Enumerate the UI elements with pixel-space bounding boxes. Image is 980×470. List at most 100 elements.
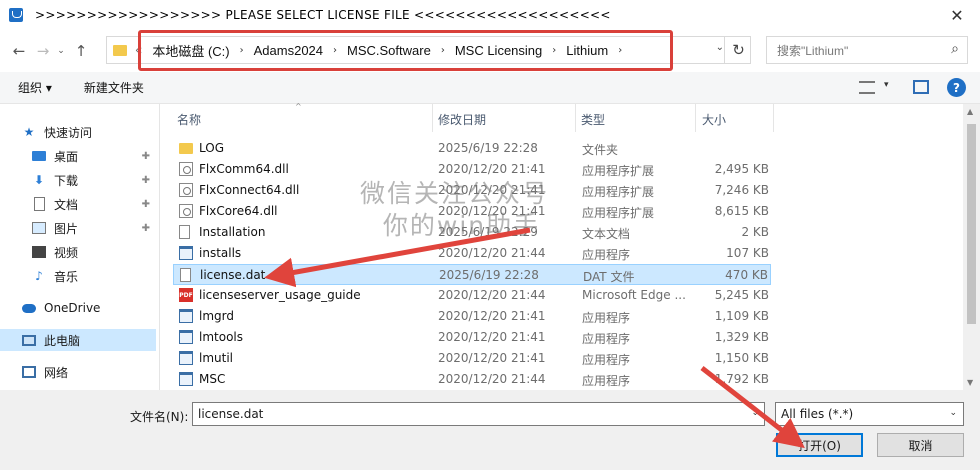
close-button[interactable]: ✕ — [934, 0, 980, 30]
sidebar-item-downloads[interactable]: ⬇ 下载 ✚ — [0, 169, 156, 191]
scroll-down-icon[interactable]: ▼ — [967, 378, 973, 387]
filename-dropdown-icon[interactable]: ⌄ — [751, 408, 759, 418]
cancel-button[interactable]: 取消 — [877, 433, 964, 457]
file-name-cell: lmutil — [199, 351, 234, 365]
folder-icon — [179, 143, 193, 154]
sidebar-item-pictures[interactable]: 图片 ✚ — [0, 217, 156, 239]
file-size-cell: 2,495 KB — [714, 162, 769, 176]
file-date-cell: 2020/12/20 21:44 — [438, 372, 546, 386]
filetype-value[interactable]: All files (*.*) — [781, 407, 853, 421]
file-size-cell: 470 KB — [725, 268, 768, 282]
recent-locations-chevron-icon[interactable]: ⌄ — [54, 40, 68, 62]
exe-icon — [179, 246, 193, 260]
file-type-cell: 应用程序 — [582, 353, 631, 367]
sidebar-item-network[interactable]: 网络 — [0, 361, 156, 383]
pin-icon: ✚ — [141, 198, 150, 210]
table-row[interactable]: installs 2020/12/20 21:44 应用程序 107 KB — [173, 243, 771, 264]
file-type-cell: 文件夹 — [582, 143, 619, 157]
title-bar: >>>>>>>>>>>>>>>>>> PLEASE SELECT LICENSE… — [0, 0, 980, 30]
window-title: >>>>>>>>>>>>>>>>>> PLEASE SELECT LICENSE… — [35, 8, 611, 22]
filetype-dropdown-icon[interactable]: ⌄ — [949, 408, 957, 418]
scrollbar-thumb[interactable] — [967, 124, 976, 324]
table-row[interactable]: LOG 2025/6/19 22:28 文件夹 — [173, 138, 771, 159]
command-toolbar: 组织 ▾ 新建文件夹 ▾ ? — [0, 72, 980, 104]
file-name-cell: license.dat — [200, 268, 266, 282]
file-date-cell: 2025/6/19 22:28 — [439, 268, 539, 282]
sidebar-item-desktop[interactable]: 桌面 ✚ — [0, 145, 156, 167]
table-row[interactable]: MSC 2020/12/20 21:44 应用程序 1,792 KB — [173, 369, 771, 390]
file-name-cell: FlxComm64.dll — [199, 162, 289, 176]
forward-arrow-icon[interactable]: → — [32, 40, 54, 62]
file-name-cell: licenseserver_usage_guide — [199, 288, 361, 302]
column-header-size[interactable]: 大小 — [702, 111, 726, 128]
sidebar-item-label: OneDrive — [44, 301, 101, 315]
address-dropdown-icon[interactable]: ⌄ — [716, 42, 724, 53]
sidebar-item-videos[interactable]: 视频 — [0, 241, 156, 263]
filename-input[interactable]: license.dat ⌄ — [192, 402, 765, 426]
up-arrow-icon[interactable]: ↑ — [70, 40, 92, 62]
column-header-name[interactable]: 名称 — [177, 111, 201, 128]
table-row[interactable]: FlxComm64.dll 2020/12/20 21:41 应用程序扩展 2,495… — [173, 159, 771, 180]
sidebar-item-label: 视频 — [54, 245, 79, 260]
file-name-panel: 文件名(N): license.dat ⌄ All files (*.*) ⌄ … — [0, 390, 980, 470]
organize-menu[interactable]: 组织 ▾ — [18, 79, 52, 96]
pictures-icon — [32, 221, 46, 235]
refresh-icon[interactable]: ↻ — [724, 37, 752, 63]
file-name-cell: LOG — [199, 141, 225, 155]
scroll-up-icon[interactable]: ▲ — [967, 107, 973, 116]
filename-label: 文件名(N): — [130, 410, 189, 424]
column-divider[interactable] — [695, 104, 696, 132]
file-name-cell: FlxConnect64.dll — [199, 183, 300, 197]
preview-pane-icon[interactable] — [913, 80, 929, 94]
table-row[interactable]: license.dat 2025/6/19 22:28 DAT 文件 470 KB — [173, 264, 771, 285]
table-row[interactable]: PDF licenseserver_usage_guide 2020/12/20 2… — [173, 285, 771, 306]
file-date-cell: 2025/6/19 22:28 — [438, 141, 538, 155]
file-size-cell: 8,615 KB — [714, 204, 769, 218]
video-icon — [32, 245, 46, 259]
star-icon: ★ — [23, 125, 35, 139]
column-divider[interactable] — [773, 104, 774, 132]
view-options-icon[interactable] — [859, 81, 875, 94]
file-size-cell: 1,150 KB — [714, 351, 769, 365]
pin-icon: ✚ — [141, 222, 150, 234]
file-name-cell: FlxCore64.dll — [199, 204, 278, 218]
search-placeholder: 搜索"Lithium" — [777, 43, 849, 58]
file-type-cell: 应用程序扩展 — [582, 164, 655, 178]
sidebar-item-label: 下载 — [54, 173, 79, 188]
help-icon[interactable]: ? — [947, 78, 966, 97]
sidebar-item-documents[interactable]: 文档 ✚ — [0, 193, 156, 215]
address-highlight-annotation — [138, 30, 673, 71]
column-divider[interactable] — [575, 104, 576, 132]
sidebar-item-onedrive[interactable]: OneDrive — [0, 297, 156, 319]
sidebar-item-music[interactable]: ♪ 音乐 — [0, 265, 156, 287]
network-icon — [22, 365, 36, 379]
open-button[interactable]: 打开(O) — [776, 433, 863, 457]
back-arrow-icon[interactable]: ← — [8, 40, 30, 62]
column-header-type[interactable]: 类型 — [581, 111, 605, 128]
table-row[interactable]: lmutil 2020/12/20 21:41 应用程序 1,150 KB — [173, 348, 771, 369]
search-input[interactable]: 搜索"Lithium" ⌕ — [766, 36, 968, 64]
new-folder-button[interactable]: 新建文件夹 — [84, 79, 144, 96]
file-size-cell: 7,246 KB — [714, 183, 769, 197]
table-row[interactable]: lmtools 2020/12/20 21:41 应用程序 1,329 KB — [173, 327, 771, 348]
search-icon[interactable]: ⌕ — [951, 41, 959, 57]
table-row[interactable]: lmgrd 2020/12/20 21:41 应用程序 1,109 KB — [173, 306, 771, 327]
file-name-cell: lmgrd — [199, 309, 234, 323]
column-header-date[interactable]: 修改日期 — [438, 111, 486, 128]
column-divider[interactable] — [432, 104, 433, 132]
dll-icon — [179, 204, 193, 218]
sidebar-item-this-pc[interactable]: 此电脑 — [0, 329, 156, 351]
view-dropdown-icon[interactable]: ▾ — [884, 80, 889, 90]
file-date-cell: 2020/12/20 21:41 — [438, 330, 546, 344]
vertical-scrollbar[interactable]: ▲ ▼ — [963, 104, 980, 390]
file-type-cell: 应用程序扩展 — [582, 206, 655, 220]
filetype-select[interactable]: All files (*.*) ⌄ — [775, 402, 964, 426]
sidebar-item-label: 图片 — [54, 221, 79, 236]
sidebar-item-quick-access[interactable]: ★ 快速访问 — [0, 121, 156, 143]
file-type-cell: 应用程序 — [582, 332, 631, 346]
file-type-cell: 应用程序 — [582, 248, 631, 262]
filename-value[interactable]: license.dat — [198, 407, 263, 421]
pin-icon: ✚ — [141, 174, 150, 186]
file-type-cell: Microsoft Edge ... — [582, 288, 686, 302]
exe-icon — [179, 330, 193, 344]
